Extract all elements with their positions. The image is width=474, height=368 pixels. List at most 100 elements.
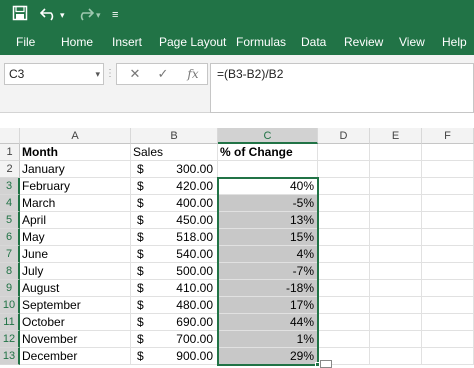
quick-analysis-icon[interactable] <box>320 360 332 368</box>
cell-a2[interactable]: January <box>20 161 131 178</box>
cell-f5[interactable] <box>422 212 474 229</box>
cell-c6[interactable]: 15% <box>218 229 318 246</box>
resize-handle-icon[interactable]: ⋮ <box>105 66 115 82</box>
cell-e2[interactable] <box>370 161 422 178</box>
column-header-e[interactable]: E <box>370 128 422 144</box>
cell-d10[interactable] <box>318 297 370 314</box>
customize-qat-icon[interactable]: ≡ <box>112 5 118 25</box>
tab-formulas[interactable]: Formulas <box>236 30 286 55</box>
cell-b4[interactable]: $400.00 <box>131 195 218 212</box>
cell-d7[interactable] <box>318 246 370 263</box>
cell-e7[interactable] <box>370 246 422 263</box>
redo-dropdown-icon[interactable]: ▾ <box>96 5 101 25</box>
cell-c9[interactable]: -18% <box>218 280 318 297</box>
cell-d9[interactable] <box>318 280 370 297</box>
cell-b9[interactable]: $410.00 <box>131 280 218 297</box>
cell-d5[interactable] <box>318 212 370 229</box>
cell-e3[interactable] <box>370 178 422 195</box>
select-all-corner[interactable] <box>0 128 20 144</box>
cell-b2[interactable]: $300.00 <box>131 161 218 178</box>
cell-c13[interactable]: 29% <box>218 348 318 365</box>
cell-b12[interactable]: $700.00 <box>131 331 218 348</box>
cell-f12[interactable] <box>422 331 474 348</box>
column-header-a[interactable]: A <box>20 128 131 144</box>
column-header-b[interactable]: B <box>131 128 218 144</box>
tab-insert[interactable]: Insert <box>112 30 142 55</box>
column-header-d[interactable]: D <box>318 128 370 144</box>
cell-d12[interactable] <box>318 331 370 348</box>
tab-view[interactable]: View <box>399 30 425 55</box>
column-header-f[interactable]: F <box>422 128 474 144</box>
cell-c12[interactable]: 1% <box>218 331 318 348</box>
cell-b10[interactable]: $480.00 <box>131 297 218 314</box>
cell-a3[interactable]: February <box>20 178 131 195</box>
enter-icon[interactable]: ✓ <box>149 64 177 84</box>
cell-d1[interactable] <box>318 144 370 161</box>
cell-f13[interactable] <box>422 348 474 365</box>
cell-b13[interactable]: $900.00 <box>131 348 218 365</box>
row-header-2[interactable]: 2 <box>0 161 20 178</box>
cell-c10[interactable]: 17% <box>218 297 318 314</box>
cell-c5[interactable]: 13% <box>218 212 318 229</box>
cell-a13[interactable]: December <box>20 348 131 365</box>
cell-e11[interactable] <box>370 314 422 331</box>
cell-d11[interactable] <box>318 314 370 331</box>
chevron-down-icon[interactable]: ▾ <box>95 64 100 84</box>
row-header-10[interactable]: 10 <box>0 297 20 314</box>
row-header-6[interactable]: 6 <box>0 229 20 246</box>
cell-b6[interactable]: $518.00 <box>131 229 218 246</box>
cell-e4[interactable] <box>370 195 422 212</box>
cell-b8[interactable]: $500.00 <box>131 263 218 280</box>
undo-dropdown-icon[interactable]: ▾ <box>60 5 65 25</box>
formula-input[interactable]: =(B3-B2)/B2 <box>210 63 474 113</box>
row-header-7[interactable]: 7 <box>0 246 20 263</box>
row-header-5[interactable]: 5 <box>0 212 20 229</box>
cell-a7[interactable]: June <box>20 246 131 263</box>
cell-f8[interactable] <box>422 263 474 280</box>
cell-f10[interactable] <box>422 297 474 314</box>
cell-a12[interactable]: November <box>20 331 131 348</box>
cell-a4[interactable]: March <box>20 195 131 212</box>
cell-b5[interactable]: $450.00 <box>131 212 218 229</box>
row-header-13[interactable]: 13 <box>0 348 20 365</box>
insert-function-icon[interactable]: fx <box>179 64 207 84</box>
cell-d6[interactable] <box>318 229 370 246</box>
cell-e9[interactable] <box>370 280 422 297</box>
cell-a1[interactable]: Month <box>20 144 131 161</box>
name-box[interactable]: C3 ▾ <box>4 63 104 85</box>
cell-e1[interactable] <box>370 144 422 161</box>
row-header-11[interactable]: 11 <box>0 314 20 331</box>
cell-d3[interactable] <box>318 178 370 195</box>
cell-a10[interactable]: September <box>20 297 131 314</box>
tab-home[interactable]: Home <box>61 30 93 55</box>
cell-f1[interactable] <box>422 144 474 161</box>
cell-c2[interactable] <box>218 161 318 178</box>
cell-c3[interactable]: 40% <box>218 178 318 195</box>
save-icon[interactable] <box>12 5 28 25</box>
tab-review[interactable]: Review <box>344 30 383 55</box>
row-header-1[interactable]: 1 <box>0 144 20 161</box>
column-header-c[interactable]: C <box>218 128 318 144</box>
cell-f11[interactable] <box>422 314 474 331</box>
cell-b1[interactable]: Sales <box>131 144 218 161</box>
cell-f4[interactable] <box>422 195 474 212</box>
cell-f6[interactable] <box>422 229 474 246</box>
cell-e12[interactable] <box>370 331 422 348</box>
cell-f7[interactable] <box>422 246 474 263</box>
redo-icon[interactable] <box>76 5 95 25</box>
cell-c8[interactable]: -7% <box>218 263 318 280</box>
cell-c11[interactable]: 44% <box>218 314 318 331</box>
tab-page-layout[interactable]: Page Layout <box>159 30 226 55</box>
cell-c4[interactable]: -5% <box>218 195 318 212</box>
cell-b11[interactable]: $690.00 <box>131 314 218 331</box>
cell-d2[interactable] <box>318 161 370 178</box>
cell-e5[interactable] <box>370 212 422 229</box>
cell-b3[interactable]: $420.00 <box>131 178 218 195</box>
row-header-3[interactable]: 3 <box>0 178 20 195</box>
cell-d4[interactable] <box>318 195 370 212</box>
row-header-4[interactable]: 4 <box>0 195 20 212</box>
cell-d8[interactable] <box>318 263 370 280</box>
row-header-9[interactable]: 9 <box>0 280 20 297</box>
cell-a11[interactable]: October <box>20 314 131 331</box>
cell-a8[interactable]: July <box>20 263 131 280</box>
